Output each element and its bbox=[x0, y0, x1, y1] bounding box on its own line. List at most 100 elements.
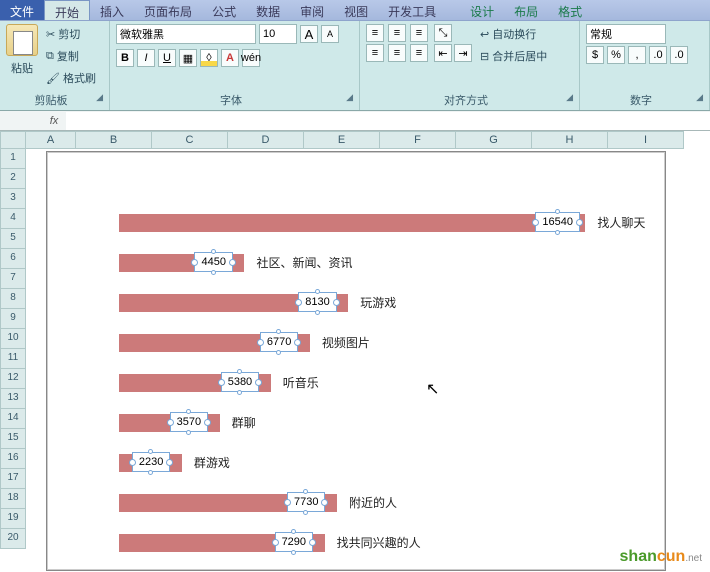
row-header-13[interactable]: 13 bbox=[0, 389, 26, 409]
chart-data-label[interactable]: 16540 bbox=[535, 212, 580, 232]
row-header-4[interactable]: 4 bbox=[0, 209, 26, 229]
fill-color-button[interactable]: ◊ bbox=[200, 49, 218, 67]
align-bottom-button[interactable]: ≡ bbox=[410, 24, 428, 42]
row-header-11[interactable]: 11 bbox=[0, 349, 26, 369]
chart-bar-row: 5380 听音乐 bbox=[119, 370, 659, 396]
decrease-indent-button[interactable]: ⇤ bbox=[434, 44, 452, 62]
row-header-7[interactable]: 7 bbox=[0, 269, 26, 289]
row-header-9[interactable]: 9 bbox=[0, 309, 26, 329]
worksheet: ABCDEFGHI 123456789101112131415161718192… bbox=[0, 131, 710, 572]
paste-button[interactable]: 粘贴 bbox=[7, 58, 37, 78]
tab-审阅[interactable]: 审阅 bbox=[290, 0, 334, 20]
fx-icon[interactable]: fx bbox=[42, 115, 66, 127]
chart-data-label[interactable]: 6770 bbox=[260, 332, 298, 352]
dialog-launcher-icon[interactable]: ◢ bbox=[566, 92, 573, 103]
dialog-launcher-icon[interactable]: ◢ bbox=[696, 92, 703, 103]
col-header-I[interactable]: I bbox=[608, 131, 684, 149]
group-font: A A B I U ▦ ◊ A wén 字体◢ bbox=[110, 21, 360, 110]
font-size-select[interactable] bbox=[259, 24, 297, 44]
tab-公式[interactable]: 公式 bbox=[202, 0, 246, 20]
tab-开发工具[interactable]: 开发工具 bbox=[378, 0, 446, 20]
chart-bar[interactable] bbox=[119, 214, 585, 232]
row-header-18[interactable]: 18 bbox=[0, 489, 26, 509]
col-header-A[interactable]: A bbox=[26, 131, 76, 149]
chart-object[interactable]: 16540找人聊天4450社区、新闻、资讯8130玩游戏6770视频图片5380… bbox=[46, 151, 666, 571]
font-name-select[interactable] bbox=[116, 24, 256, 44]
copy-icon: ⧉ bbox=[46, 50, 54, 63]
phonetic-button[interactable]: wén bbox=[242, 49, 260, 67]
col-header-C[interactable]: C bbox=[152, 131, 228, 149]
accounting-button[interactable]: $ bbox=[586, 46, 604, 64]
align-center-button[interactable]: ≡ bbox=[388, 44, 406, 62]
menu-bar: 文件 开始插入页面布局公式数据审阅视图开发工具 设计布局格式 bbox=[0, 0, 710, 21]
tab-页面布局[interactable]: 页面布局 bbox=[134, 0, 202, 20]
row-header-5[interactable]: 5 bbox=[0, 229, 26, 249]
grow-font-button[interactable]: A bbox=[300, 25, 318, 43]
row-header-15[interactable]: 15 bbox=[0, 429, 26, 449]
col-header-B[interactable]: B bbox=[76, 131, 152, 149]
row-header-8[interactable]: 8 bbox=[0, 289, 26, 309]
chart-data-label[interactable]: 4450 bbox=[194, 252, 232, 272]
tab-数据[interactable]: 数据 bbox=[246, 0, 290, 20]
dialog-launcher-icon[interactable]: ◢ bbox=[346, 92, 353, 103]
row-header-20[interactable]: 20 bbox=[0, 529, 26, 549]
cut-button[interactable]: ✂剪切 bbox=[42, 24, 100, 44]
tab-file[interactable]: 文件 bbox=[0, 0, 44, 20]
align-left-button[interactable]: ≡ bbox=[366, 44, 384, 62]
tab-开始[interactable]: 开始 bbox=[44, 0, 90, 20]
select-all-corner[interactable] bbox=[0, 131, 26, 149]
align-middle-button[interactable]: ≡ bbox=[388, 24, 406, 42]
border-button[interactable]: ▦ bbox=[179, 49, 197, 67]
row-header-14[interactable]: 14 bbox=[0, 409, 26, 429]
chart-data-label[interactable]: 5380 bbox=[221, 372, 259, 392]
format-painter-button[interactable]: 🖌格式刷 bbox=[42, 68, 100, 88]
chart-data-label[interactable]: 7290 bbox=[275, 532, 313, 552]
row-header-12[interactable]: 12 bbox=[0, 369, 26, 389]
row-header-19[interactable]: 19 bbox=[0, 509, 26, 529]
row-header-17[interactable]: 17 bbox=[0, 469, 26, 489]
tab-格式[interactable]: 格式 bbox=[548, 0, 592, 20]
underline-button[interactable]: U bbox=[158, 49, 176, 67]
chart-data-label[interactable]: 3570 bbox=[170, 412, 208, 432]
align-right-button[interactable]: ≡ bbox=[410, 44, 428, 62]
sheet-canvas[interactable]: 16540找人聊天4450社区、新闻、资讯8130玩游戏6770视频图片5380… bbox=[26, 149, 710, 572]
increase-decimal-button[interactable]: .0 bbox=[649, 46, 667, 64]
paste-icon[interactable] bbox=[6, 24, 38, 56]
chart-data-label[interactable]: 2230 bbox=[132, 452, 170, 472]
font-color-button[interactable]: A bbox=[221, 49, 239, 67]
number-format-select[interactable] bbox=[586, 24, 666, 44]
row-header-10[interactable]: 10 bbox=[0, 329, 26, 349]
chart-data-label[interactable]: 8130 bbox=[298, 292, 336, 312]
decrease-decimal-button[interactable]: .0 bbox=[670, 46, 688, 64]
row-header-6[interactable]: 6 bbox=[0, 249, 26, 269]
tab-视图[interactable]: 视图 bbox=[334, 0, 378, 20]
tab-插入[interactable]: 插入 bbox=[90, 0, 134, 20]
row-header-16[interactable]: 16 bbox=[0, 449, 26, 469]
col-header-G[interactable]: G bbox=[456, 131, 532, 149]
row-header-2[interactable]: 2 bbox=[0, 169, 26, 189]
align-top-button[interactable]: ≡ bbox=[366, 24, 384, 42]
col-header-E[interactable]: E bbox=[304, 131, 380, 149]
wrap-text-button[interactable]: ↩自动换行 bbox=[476, 24, 551, 44]
comma-button[interactable]: , bbox=[628, 46, 646, 64]
bold-button[interactable]: B bbox=[116, 49, 134, 67]
col-header-H[interactable]: H bbox=[532, 131, 608, 149]
row-header-1[interactable]: 1 bbox=[0, 149, 26, 169]
orientation-button[interactable]: ⤡ bbox=[434, 24, 452, 42]
chart-category-label: 听音乐 bbox=[283, 374, 319, 391]
percent-button[interactable]: % bbox=[607, 46, 625, 64]
col-header-D[interactable]: D bbox=[228, 131, 304, 149]
merge-center-button[interactable]: ⊟合并后居中 bbox=[476, 46, 551, 66]
tab-设计[interactable]: 设计 bbox=[460, 0, 504, 20]
formula-input[interactable] bbox=[66, 112, 710, 130]
italic-button[interactable]: I bbox=[137, 49, 155, 67]
copy-button[interactable]: ⧉复制 bbox=[42, 46, 100, 66]
ribbon: 粘贴 ✂剪切 ⧉复制 🖌格式刷 剪贴板◢ A A B I U ▦ ◊ bbox=[0, 21, 710, 111]
tab-布局[interactable]: 布局 bbox=[504, 0, 548, 20]
col-header-F[interactable]: F bbox=[380, 131, 456, 149]
shrink-font-button[interactable]: A bbox=[321, 25, 339, 43]
chart-data-label[interactable]: 7730 bbox=[287, 492, 325, 512]
row-header-3[interactable]: 3 bbox=[0, 189, 26, 209]
dialog-launcher-icon[interactable]: ◢ bbox=[96, 92, 103, 103]
increase-indent-button[interactable]: ⇥ bbox=[454, 44, 472, 62]
